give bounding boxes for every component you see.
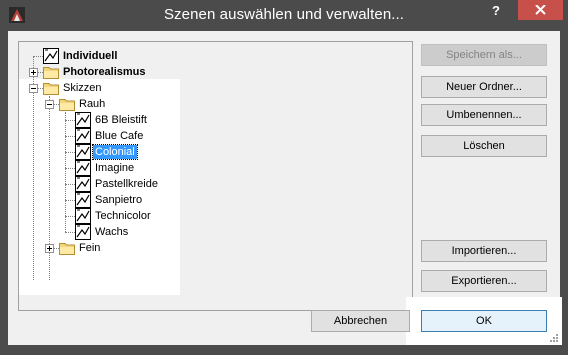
tree-item-label: Sanpietro: [95, 194, 143, 206]
scene-tree-panel[interactable]: Individuell Photorealismus Skizzen Rauh …: [18, 41, 413, 311]
close-button[interactable]: [518, 0, 563, 20]
folder-open-icon: [43, 80, 59, 96]
tree-item-label: Wachs: [95, 226, 129, 238]
scene-tree[interactable]: Individuell Photorealismus Skizzen Rauh …: [19, 42, 414, 312]
tree-line: [65, 232, 75, 233]
tree-line: [65, 184, 75, 185]
title-bar[interactable]: Szenen auswählen und verwalten... ?: [0, 0, 568, 34]
window-title: Szenen auswählen und verwalten...: [163, 6, 405, 23]
scene-icon: [75, 176, 91, 192]
expand-toggle-fein[interactable]: [45, 244, 54, 253]
dialog-window: Szenen auswählen und verwalten... ? Indi…: [0, 0, 568, 355]
tree-item-label: Pastellkreide: [95, 178, 158, 190]
folder-icon: [59, 240, 75, 256]
tree-item-label: Technicolor: [95, 210, 151, 222]
tree-item-label: 6B Bleistift: [95, 114, 147, 126]
scene-icon: [75, 128, 91, 144]
tree-item-label: Imagine: [95, 162, 135, 174]
scene-icon: [43, 48, 59, 64]
scene-icon: [75, 112, 91, 128]
scene-icon: [75, 144, 91, 160]
save-as-button[interactable]: Speichern als...: [421, 44, 547, 66]
tree-line: [65, 112, 66, 232]
rename-button[interactable]: Umbenennen...: [421, 104, 547, 126]
delete-button[interactable]: Löschen: [421, 135, 547, 157]
tree-line: [65, 168, 75, 169]
tree-item-label: Rauh: [79, 98, 106, 110]
help-button[interactable]: ?: [484, 2, 508, 20]
tree-line: [65, 216, 75, 217]
expand-toggle-photorealismus[interactable]: [29, 68, 38, 77]
dialog-client-area: Individuell Photorealismus Skizzen Rauh …: [8, 31, 562, 345]
export-button[interactable]: Exportieren...: [421, 270, 547, 292]
tree-item-label: Photorealismus: [63, 66, 146, 78]
folder-open-icon: [59, 96, 75, 112]
scene-icon: [75, 192, 91, 208]
tree-line: [65, 120, 75, 121]
tree-item-label: Fein: [79, 242, 101, 254]
tree-line: [65, 136, 75, 137]
new-folder-button[interactable]: Neuer Ordner...: [421, 76, 547, 98]
folder-icon: [43, 64, 59, 80]
resize-grip-icon[interactable]: [548, 332, 559, 343]
scene-icon: [75, 160, 91, 176]
ok-button[interactable]: OK: [421, 310, 547, 332]
tree-item-label: Skizzen: [63, 82, 102, 94]
close-icon: [535, 5, 546, 15]
tree-line: [65, 152, 75, 153]
tree-line: [65, 200, 75, 201]
tree-line: [33, 92, 34, 280]
scene-icon: [75, 208, 91, 224]
tree-item-label: Blue Cafe: [95, 130, 144, 142]
import-button[interactable]: Importieren...: [421, 240, 547, 262]
tree-line: [33, 56, 43, 57]
tree-item-label-selected: Colonial: [92, 144, 138, 160]
collapse-toggle-rauh[interactable]: [45, 100, 54, 109]
cancel-button[interactable]: Abbrechen: [311, 310, 410, 332]
collapse-toggle-skizzen[interactable]: [29, 84, 38, 93]
tree-item-label: Individuell: [63, 50, 118, 62]
scene-icon: [75, 224, 91, 240]
